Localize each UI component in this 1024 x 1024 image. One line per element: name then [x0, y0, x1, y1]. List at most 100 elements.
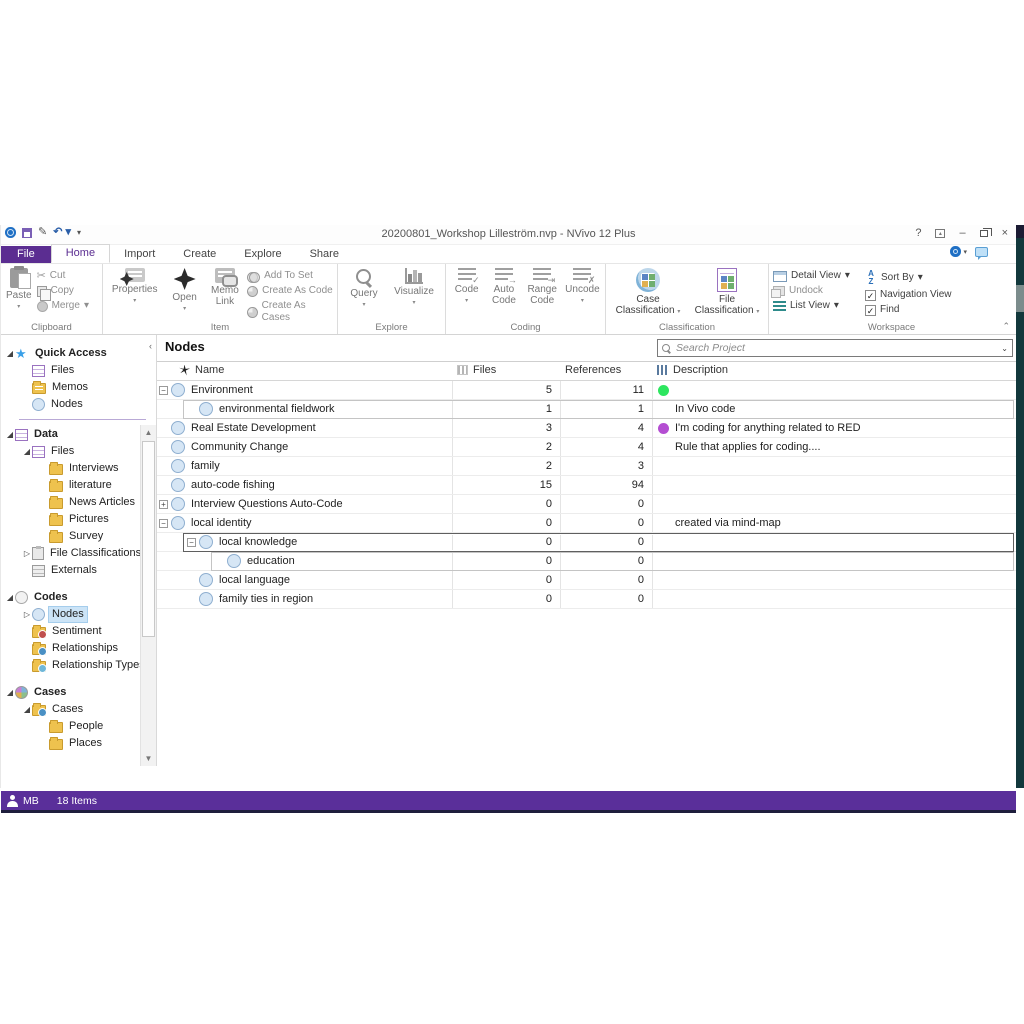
account-icon[interactable]: [950, 246, 961, 257]
merge-button[interactable]: Merge ▾: [37, 300, 89, 312]
tree-collapsed-icon[interactable]: ▷: [22, 549, 32, 558]
scroll-down-icon[interactable]: ▼: [141, 751, 156, 766]
sidebar-item-relationships[interactable]: Relationships: [1, 640, 156, 657]
table-row-interview-questions-auto-code[interactable]: +Interview Questions Auto-Code00: [157, 495, 1016, 514]
list-view-button[interactable]: List View ▾: [773, 300, 861, 312]
sidebar-item-cases[interactable]: ◢Cases: [1, 684, 156, 701]
sidebar-scrollbar[interactable]: ▲ ▼: [140, 425, 156, 766]
sidebar-item-codes[interactable]: ◢Codes: [1, 589, 156, 606]
visualize-button[interactable]: Visualize ▾: [388, 266, 440, 320]
tree-expanded-icon[interactable]: ◢: [5, 593, 15, 602]
collapse-ribbon-icon[interactable]: ⌃: [1002, 321, 1010, 332]
tab-home[interactable]: Home: [51, 244, 110, 263]
range-code-button[interactable]: ⇥ Range Code: [523, 266, 562, 320]
case-classification-button[interactable]: Case Classification ▾: [608, 266, 688, 320]
sort-by-button[interactable]: AZSort By ▾: [865, 270, 991, 286]
code-button[interactable]: ✓ Code ▾: [448, 266, 485, 320]
auto-code-button[interactable]: → Auto Code: [485, 266, 522, 320]
table-row-real-estate-development[interactable]: Real Estate Development34I'm coding for …: [157, 419, 1016, 438]
undock-button[interactable]: Undock: [773, 285, 861, 297]
tree-expanded-icon[interactable]: ◢: [5, 688, 15, 697]
memo-link-button[interactable]: Memo Link: [205, 266, 245, 320]
column-header-files[interactable]: Files: [457, 364, 496, 376]
tab-file[interactable]: File: [1, 246, 51, 263]
sidebar-item-literature[interactable]: literature: [1, 477, 156, 494]
table-row-education[interactable]: education00: [157, 552, 1016, 571]
cut-button[interactable]: ✂Cut: [37, 270, 89, 282]
copy-button[interactable]: Copy: [37, 285, 89, 297]
collapse-sidebar-icon[interactable]: ‹: [149, 341, 152, 351]
tree-expanded-icon[interactable]: ◢: [5, 430, 15, 439]
search-chevron-down-icon[interactable]: ⌄: [1001, 344, 1008, 353]
feedback-chat-icon[interactable]: [975, 247, 988, 257]
collapse-row-icon[interactable]: −: [159, 519, 168, 528]
sidebar-item-quick-access[interactable]: ◢★Quick Access: [1, 345, 156, 362]
search-project-input[interactable]: Search Project ⌄: [657, 339, 1013, 357]
navigation-view-toggle[interactable]: ✓Navigation View: [865, 289, 991, 301]
sidebar-item-data[interactable]: ◢Data: [1, 426, 156, 443]
tree-collapsed-icon[interactable]: ▷: [22, 610, 32, 619]
sidebar-item-cases[interactable]: ◢Cases: [1, 701, 156, 718]
sidebar-item-nodes[interactable]: ▷Nodes: [1, 606, 156, 623]
tab-import[interactable]: Import: [110, 246, 169, 263]
tab-create[interactable]: Create: [169, 246, 230, 263]
table-row-environment[interactable]: −Environment511: [157, 381, 1016, 400]
tree-expanded-icon[interactable]: ◢: [5, 349, 15, 358]
table-row-local-language[interactable]: local language00: [157, 571, 1016, 590]
tree-expanded-icon[interactable]: ◢: [22, 705, 32, 714]
navigation-view-checkbox[interactable]: ✓: [865, 290, 876, 301]
sidebar-item-files[interactable]: ◢Files: [1, 443, 156, 460]
node-icon: [171, 459, 185, 473]
sidebar-item-places[interactable]: Places: [1, 735, 156, 752]
table-row-auto-code-fishing[interactable]: auto-code fishing1594: [157, 476, 1016, 495]
ribbon-options-button[interactable]: ▴: [935, 229, 945, 238]
sidebar-item-interviews[interactable]: Interviews: [1, 460, 156, 477]
undock-icon: [773, 286, 785, 296]
create-as-cases-button[interactable]: Create As Cases: [247, 300, 333, 324]
sidebar-item-people[interactable]: People: [1, 718, 156, 735]
scroll-up-icon[interactable]: ▲: [141, 425, 156, 440]
scrollbar-thumb[interactable]: [142, 441, 155, 637]
column-header-references[interactable]: References: [565, 364, 621, 376]
table-row-environmental-fieldwork[interactable]: environmental fieldwork11In Vivo code: [157, 400, 1016, 419]
minimize-button[interactable]: –: [959, 227, 965, 239]
tab-explore[interactable]: Explore: [230, 246, 295, 263]
uncode-button[interactable]: ✗ Uncode ▾: [562, 266, 603, 320]
add-to-set-button[interactable]: Add To Set: [247, 270, 333, 282]
tree-expanded-icon[interactable]: ◢: [22, 447, 32, 456]
sidebar-item-pictures[interactable]: Pictures: [1, 511, 156, 528]
sidebar-item-memos[interactable]: Memos: [1, 379, 156, 396]
detail-view-button[interactable]: Detail View ▾: [773, 270, 861, 282]
collapse-row-icon[interactable]: −: [187, 538, 196, 547]
paste-button[interactable]: Paste ▾: [3, 266, 35, 320]
sidebar-item-file-classifications[interactable]: ▷File Classifications: [1, 545, 156, 562]
table-row-local-knowledge[interactable]: −local knowledge00: [157, 533, 1016, 552]
find-toggle[interactable]: ✓Find: [865, 304, 991, 316]
open-button[interactable]: Open ▾: [164, 266, 204, 320]
column-header-description[interactable]: Description: [657, 364, 728, 376]
file-classification-button[interactable]: File Classification ▾: [688, 266, 766, 320]
properties-button[interactable]: Properties ▾: [105, 266, 164, 320]
table-row-family[interactable]: family23: [157, 457, 1016, 476]
sidebar-item-nodes[interactable]: Nodes: [1, 396, 156, 413]
find-checkbox[interactable]: ✓: [865, 305, 876, 316]
query-button[interactable]: Query ▾: [340, 266, 388, 320]
column-header-name[interactable]: Name: [179, 364, 224, 376]
sidebar-item-relationship-types[interactable]: Relationship Types: [1, 657, 156, 674]
sidebar-item-sentiment[interactable]: Sentiment: [1, 623, 156, 640]
expand-row-icon[interactable]: +: [159, 500, 168, 509]
sidebar-item-news-articles[interactable]: News Articles: [1, 494, 156, 511]
status-user[interactable]: MB: [7, 795, 39, 807]
collapse-row-icon[interactable]: −: [159, 386, 168, 395]
tab-share[interactable]: Share: [296, 246, 353, 263]
table-row-community-change[interactable]: Community Change24Rule that applies for …: [157, 438, 1016, 457]
close-button[interactable]: ×: [1002, 227, 1008, 239]
sidebar-item-survey[interactable]: Survey: [1, 528, 156, 545]
table-row-family-ties-in-region[interactable]: family ties in region00: [157, 590, 1016, 609]
sidebar-item-files[interactable]: Files: [1, 362, 156, 379]
restore-button[interactable]: [980, 230, 988, 237]
sidebar-item-externals[interactable]: Externals: [1, 562, 156, 579]
help-button[interactable]: ?: [915, 227, 921, 239]
table-row-local-identity[interactable]: −local identity00created via mind-map: [157, 514, 1016, 533]
create-as-code-button[interactable]: Create As Code: [247, 285, 333, 297]
